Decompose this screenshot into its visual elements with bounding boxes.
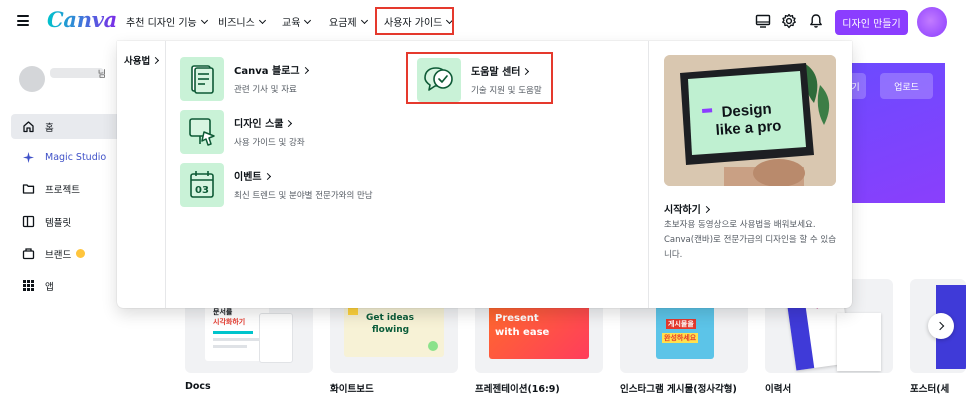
getting-started-description: 초보자용 동영상으로 사용법을 배워보세요. Canva(캔바)로 전문가급의 … bbox=[664, 220, 837, 260]
getting-started-image[interactable]: Design like a pro bbox=[664, 55, 836, 186]
home-icon bbox=[22, 120, 35, 133]
menu-item-title: 이벤트 bbox=[234, 168, 271, 183]
menu-item-subtitle: 최신 트렌드 및 분야별 전문가와의 만남 bbox=[234, 191, 373, 201]
chevron-right-icon bbox=[301, 66, 309, 75]
chevron-right-icon bbox=[152, 56, 160, 65]
dropdown-divider bbox=[165, 41, 166, 308]
chevron-right-icon bbox=[935, 321, 945, 331]
nav-featured[interactable]: 추천 디자인 기능 bbox=[126, 14, 208, 29]
sidebar-item-apps[interactable]: 앱 bbox=[11, 273, 121, 298]
resume-back-page bbox=[837, 313, 881, 371]
chevron-right-icon bbox=[702, 205, 710, 214]
settings-icon[interactable] bbox=[781, 13, 797, 29]
template-label: 인스타그램 게시물(정사각형) bbox=[620, 384, 737, 395]
menu-item-subtitle: 사용 가이드 및 강좌 bbox=[234, 138, 305, 148]
chevron-down-icon bbox=[258, 16, 266, 24]
whiteboard-thumb-text: Get ideas bbox=[366, 313, 414, 323]
team-name[interactable]: 님 bbox=[50, 68, 106, 80]
sidebar-item-templates[interactable]: 템플릿 bbox=[11, 209, 121, 234]
sidebar-item-home[interactable]: 홈 bbox=[11, 114, 121, 139]
menu-item-title: 디자인 스쿨 bbox=[234, 115, 293, 130]
sidebar-item-label: 브랜드 bbox=[45, 249, 72, 261]
template-label: Docs bbox=[185, 381, 211, 392]
docs-phone-thumbnail bbox=[259, 313, 293, 363]
dropdown-divider bbox=[648, 41, 649, 308]
create-design-button[interactable]: 디자인 만들기 bbox=[835, 10, 908, 35]
top-navigation: Canva 추천 디자인 기능 비즈니스 교육 요금제 사용자 가이드 디자인 … bbox=[0, 0, 966, 44]
canva-logo[interactable]: Canva bbox=[47, 7, 117, 32]
dropdown-category-how-to[interactable]: 사용법 bbox=[124, 53, 160, 67]
desktop-icon[interactable] bbox=[755, 13, 771, 29]
nav-business[interactable]: 비즈니스 bbox=[218, 14, 266, 29]
whiteboard-thumb-text: flowing bbox=[372, 325, 410, 335]
user-avatar[interactable] bbox=[917, 7, 947, 37]
nav-pricing[interactable]: 요금제 bbox=[329, 14, 368, 29]
team-avatar[interactable] bbox=[19, 66, 45, 92]
nav-education[interactable]: 교육 bbox=[282, 14, 312, 29]
whiteboard-thumbnail: Get ideas flowing bbox=[344, 301, 444, 357]
sidebar-item-label: 프로젝트 bbox=[45, 184, 80, 196]
menu-icon[interactable] bbox=[17, 15, 29, 26]
blog-icon bbox=[180, 57, 224, 101]
getting-started-link[interactable]: 시작하기 bbox=[664, 201, 710, 216]
chevron-right-icon bbox=[263, 172, 271, 181]
menu-item-title: Canva 블로그 bbox=[234, 62, 309, 77]
nav-pricing-label: 요금제 bbox=[329, 18, 357, 29]
presentation-thumbnail: Present with ease bbox=[489, 301, 589, 359]
nav-featured-label: 추천 디자인 기능 bbox=[126, 18, 197, 29]
nav-education-label: 교육 bbox=[282, 18, 301, 29]
sparkle-icon bbox=[22, 151, 35, 164]
instagram-thumb-text: 완성하세요 bbox=[662, 333, 699, 343]
help-center-highlight bbox=[406, 52, 553, 104]
crown-icon bbox=[76, 249, 86, 258]
apps-icon bbox=[22, 279, 35, 292]
hero-upload-button[interactable]: 업로드 bbox=[880, 73, 933, 99]
sidebar-item-projects[interactable]: 프로젝트 bbox=[11, 176, 121, 201]
template-label: 프레젠테이션(16:9) bbox=[475, 384, 560, 395]
carousel-next-button[interactable] bbox=[928, 313, 954, 339]
chevron-down-icon bbox=[304, 16, 312, 24]
presentation-thumb-text: Present bbox=[495, 313, 539, 324]
user-guide-highlight bbox=[375, 7, 454, 35]
dropdown-category-label: 사용법 bbox=[124, 56, 151, 67]
nav-business-label: 비즈니스 bbox=[218, 18, 255, 29]
template-icon bbox=[22, 215, 35, 228]
template-label: 이력서 bbox=[765, 384, 792, 395]
user-guide-dropdown: 사용법 Canva 블로그 관련 기사 및 자료 디자인 스쿨 사용 가이드 및 bbox=[117, 41, 852, 308]
chevron-down-icon bbox=[200, 16, 208, 24]
instagram-thumbnail: 게시물을 완성하세요 bbox=[656, 301, 714, 359]
template-label: 화이트보드 bbox=[330, 384, 374, 395]
menu-item-events[interactable]: 03 이벤트 최신 트렌드 및 분야별 전문가와의 만남 bbox=[180, 163, 400, 208]
sidebar-item-label: 홈 bbox=[45, 122, 54, 134]
chevron-right-icon bbox=[285, 119, 293, 128]
menu-item-subtitle: 관련 기사 및 자료 bbox=[234, 85, 297, 95]
instagram-thumb-text: 게시물을 bbox=[666, 319, 696, 329]
menu-item-canva-blog[interactable]: Canva 블로그 관련 기사 및 자료 bbox=[180, 57, 400, 102]
docs-thumb-text: 문서를 bbox=[213, 308, 233, 316]
sidebar-item-label: 템플릿 bbox=[45, 217, 72, 229]
svg-text:03: 03 bbox=[195, 185, 209, 196]
folder-icon bbox=[22, 182, 35, 195]
team-name-suffix: 님 bbox=[97, 70, 106, 80]
notification-bell-icon[interactable] bbox=[808, 13, 824, 29]
design-school-icon bbox=[180, 110, 224, 154]
calendar-icon: 03 bbox=[180, 163, 224, 207]
template-label: 포스터(세 bbox=[910, 384, 950, 395]
sidebar-item-label: Magic Studio bbox=[45, 152, 107, 163]
menu-item-design-school[interactable]: 디자인 스쿨 사용 가이드 및 강좌 bbox=[180, 110, 400, 155]
docs-thumb-text: 시각화하기 bbox=[213, 318, 246, 326]
sidebar-item-magic-studio[interactable]: Magic Studio bbox=[11, 145, 121, 170]
presentation-thumb-text: with ease bbox=[495, 327, 550, 338]
chevron-down-icon bbox=[360, 16, 368, 24]
sidebar-item-label: 앱 bbox=[45, 281, 54, 293]
sidebar-item-brand[interactable]: 브랜드 bbox=[11, 241, 121, 266]
brand-icon bbox=[22, 247, 35, 260]
